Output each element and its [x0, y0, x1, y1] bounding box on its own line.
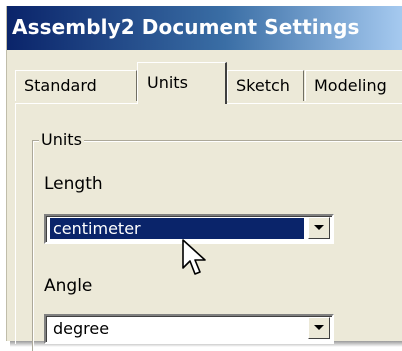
units-group-legend: Units — [39, 130, 84, 149]
tab-units[interactable]: Units — [137, 62, 227, 104]
chevron-down-icon — [314, 325, 324, 330]
tab-strip: Standard Sketch Modeling Units — [0, 60, 402, 104]
window-title: Assembly2 Document Settings — [12, 15, 360, 39]
tab-modeling[interactable]: Modeling — [305, 70, 402, 101]
mouse-pointer-icon — [182, 239, 206, 275]
chevron-down-icon — [314, 225, 324, 230]
title-bar[interactable]: Assembly2 Document Settings — [7, 6, 402, 50]
length-select-value: centimeter — [50, 218, 304, 239]
angle-unit-select[interactable]: degree — [44, 314, 334, 344]
length-dropdown-button[interactable] — [308, 217, 330, 239]
tab-standard[interactable]: Standard — [15, 70, 137, 101]
screenshot: Assembly2 Document Settings Standard Ske… — [0, 0, 402, 351]
tab-sketch[interactable]: Sketch — [227, 70, 304, 101]
angle-select-value: degree — [53, 319, 110, 338]
angle-label: Angle — [44, 276, 93, 296]
angle-dropdown-button[interactable] — [308, 317, 330, 339]
length-label: Length — [44, 174, 103, 194]
